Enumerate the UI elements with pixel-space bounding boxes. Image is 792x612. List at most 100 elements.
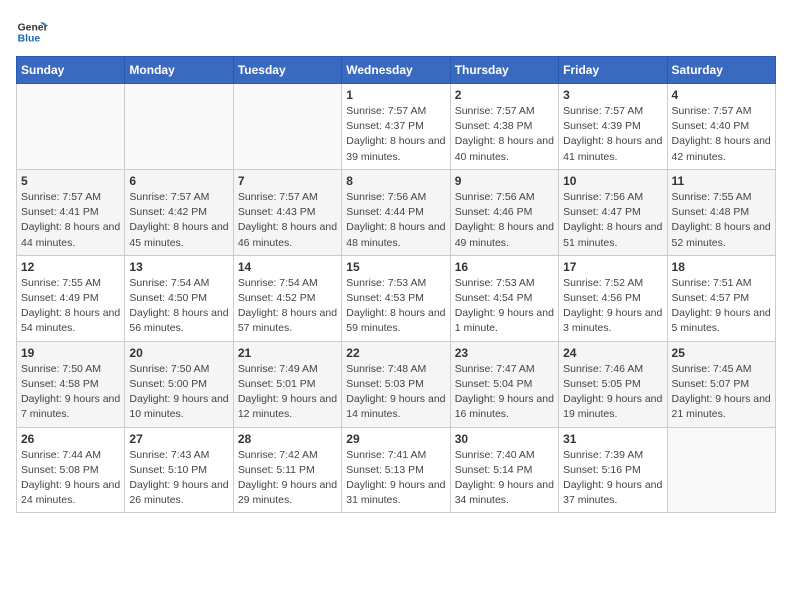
day-number: 28 <box>238 432 337 446</box>
calendar-cell <box>667 427 775 513</box>
day-info: Sunrise: 7:40 AM Sunset: 5:14 PM Dayligh… <box>455 448 554 509</box>
day-number: 7 <box>238 174 337 188</box>
calendar-cell: 27 Sunrise: 7:43 AM Sunset: 5:10 PM Dayli… <box>125 427 233 513</box>
day-info: Sunrise: 7:53 AM Sunset: 4:53 PM Dayligh… <box>346 276 445 337</box>
calendar-cell <box>125 84 233 170</box>
weekday-header-saturday: Saturday <box>667 57 775 84</box>
weekday-header-wednesday: Wednesday <box>342 57 450 84</box>
day-info: Sunrise: 7:44 AM Sunset: 5:08 PM Dayligh… <box>21 448 120 509</box>
calendar-cell: 29 Sunrise: 7:41 AM Sunset: 5:13 PM Dayli… <box>342 427 450 513</box>
day-number: 15 <box>346 260 445 274</box>
day-info: Sunrise: 7:56 AM Sunset: 4:46 PM Dayligh… <box>455 190 554 251</box>
day-info: Sunrise: 7:42 AM Sunset: 5:11 PM Dayligh… <box>238 448 337 509</box>
calendar-cell: 2 Sunrise: 7:57 AM Sunset: 4:38 PM Daylig… <box>450 84 558 170</box>
svg-text:Blue: Blue <box>18 34 41 45</box>
day-number: 24 <box>563 346 662 360</box>
day-number: 12 <box>21 260 120 274</box>
day-number: 21 <box>238 346 337 360</box>
day-info: Sunrise: 7:57 AM Sunset: 4:37 PM Dayligh… <box>346 104 445 165</box>
day-info: Sunrise: 7:57 AM Sunset: 4:38 PM Dayligh… <box>455 104 554 165</box>
day-info: Sunrise: 7:57 AM Sunset: 4:41 PM Dayligh… <box>21 190 120 251</box>
day-number: 11 <box>672 174 771 188</box>
day-info: Sunrise: 7:41 AM Sunset: 5:13 PM Dayligh… <box>346 448 445 509</box>
calendar-cell: 6 Sunrise: 7:57 AM Sunset: 4:42 PM Daylig… <box>125 169 233 255</box>
calendar-cell: 5 Sunrise: 7:57 AM Sunset: 4:41 PM Daylig… <box>17 169 125 255</box>
day-number: 8 <box>346 174 445 188</box>
calendar-cell: 23 Sunrise: 7:47 AM Sunset: 5:04 PM Dayli… <box>450 341 558 427</box>
calendar-cell: 8 Sunrise: 7:56 AM Sunset: 4:44 PM Daylig… <box>342 169 450 255</box>
day-info: Sunrise: 7:46 AM Sunset: 5:05 PM Dayligh… <box>563 362 662 423</box>
day-info: Sunrise: 7:56 AM Sunset: 4:47 PM Dayligh… <box>563 190 662 251</box>
weekday-header-thursday: Thursday <box>450 57 558 84</box>
day-info: Sunrise: 7:56 AM Sunset: 4:44 PM Dayligh… <box>346 190 445 251</box>
day-number: 1 <box>346 88 445 102</box>
calendar-cell: 24 Sunrise: 7:46 AM Sunset: 5:05 PM Dayli… <box>559 341 667 427</box>
calendar-cell: 21 Sunrise: 7:49 AM Sunset: 5:01 PM Dayli… <box>233 341 341 427</box>
day-number: 16 <box>455 260 554 274</box>
weekday-header-tuesday: Tuesday <box>233 57 341 84</box>
calendar-cell: 20 Sunrise: 7:50 AM Sunset: 5:00 PM Dayli… <box>125 341 233 427</box>
calendar-week-4: 26 Sunrise: 7:44 AM Sunset: 5:08 PM Dayli… <box>17 427 776 513</box>
day-info: Sunrise: 7:57 AM Sunset: 4:43 PM Dayligh… <box>238 190 337 251</box>
day-info: Sunrise: 7:39 AM Sunset: 5:16 PM Dayligh… <box>563 448 662 509</box>
calendar-header: SundayMondayTuesdayWednesdayThursdayFrid… <box>17 57 776 84</box>
calendar-cell: 11Sunrise: 7:55 AM Sunset: 4:48 PM Dayli… <box>667 169 775 255</box>
calendar-cell: 26 Sunrise: 7:44 AM Sunset: 5:08 PM Dayli… <box>17 427 125 513</box>
calendar-cell: 28 Sunrise: 7:42 AM Sunset: 5:11 PM Dayli… <box>233 427 341 513</box>
day-number: 20 <box>129 346 228 360</box>
calendar-cell: 4 Sunrise: 7:57 AM Sunset: 4:40 PM Daylig… <box>667 84 775 170</box>
day-number: 26 <box>21 432 120 446</box>
day-info: Sunrise: 7:50 AM Sunset: 5:00 PM Dayligh… <box>129 362 228 423</box>
day-number: 25 <box>672 346 771 360</box>
day-number: 4 <box>672 88 771 102</box>
day-number: 27 <box>129 432 228 446</box>
calendar-cell <box>233 84 341 170</box>
day-info: Sunrise: 7:54 AM Sunset: 4:50 PM Dayligh… <box>129 276 228 337</box>
day-number: 6 <box>129 174 228 188</box>
day-number: 31 <box>563 432 662 446</box>
day-info: Sunrise: 7:57 AM Sunset: 4:40 PM Dayligh… <box>672 104 771 165</box>
day-info: Sunrise: 7:57 AM Sunset: 4:39 PM Dayligh… <box>563 104 662 165</box>
day-info: Sunrise: 7:52 AM Sunset: 4:56 PM Dayligh… <box>563 276 662 337</box>
day-info: Sunrise: 7:54 AM Sunset: 4:52 PM Dayligh… <box>238 276 337 337</box>
day-number: 29 <box>346 432 445 446</box>
day-info: Sunrise: 7:49 AM Sunset: 5:01 PM Dayligh… <box>238 362 337 423</box>
day-number: 23 <box>455 346 554 360</box>
weekday-header-friday: Friday <box>559 57 667 84</box>
calendar-cell: 18 Sunrise: 7:51 AM Sunset: 4:57 PM Dayli… <box>667 255 775 341</box>
calendar-cell: 19 Sunrise: 7:50 AM Sunset: 4:58 PM Dayli… <box>17 341 125 427</box>
day-number: 3 <box>563 88 662 102</box>
day-info: Sunrise: 7:48 AM Sunset: 5:03 PM Dayligh… <box>346 362 445 423</box>
calendar-cell: 22 Sunrise: 7:48 AM Sunset: 5:03 PM Dayli… <box>342 341 450 427</box>
calendar-week-3: 19 Sunrise: 7:50 AM Sunset: 4:58 PM Dayli… <box>17 341 776 427</box>
weekday-header-monday: Monday <box>125 57 233 84</box>
calendar-cell: 25Sunrise: 7:45 AM Sunset: 5:07 PM Dayli… <box>667 341 775 427</box>
day-number: 18 <box>672 260 771 274</box>
day-info: Sunrise: 7:51 AM Sunset: 4:57 PM Dayligh… <box>672 276 771 337</box>
calendar-cell: 1 Sunrise: 7:57 AM Sunset: 4:37 PM Daylig… <box>342 84 450 170</box>
calendar-cell: 13 Sunrise: 7:54 AM Sunset: 4:50 PM Dayli… <box>125 255 233 341</box>
day-info: Sunrise: 7:43 AM Sunset: 5:10 PM Dayligh… <box>129 448 228 509</box>
day-info: Sunrise: 7:50 AM Sunset: 4:58 PM Dayligh… <box>21 362 120 423</box>
day-number: 9 <box>455 174 554 188</box>
day-number: 2 <box>455 88 554 102</box>
calendar-cell: 16 Sunrise: 7:53 AM Sunset: 4:54 PM Dayli… <box>450 255 558 341</box>
calendar-cell: 7 Sunrise: 7:57 AM Sunset: 4:43 PM Daylig… <box>233 169 341 255</box>
calendar-table: SundayMondayTuesdayWednesdayThursdayFrid… <box>16 56 776 513</box>
day-info: Sunrise: 7:47 AM Sunset: 5:04 PM Dayligh… <box>455 362 554 423</box>
day-number: 19 <box>21 346 120 360</box>
day-number: 14 <box>238 260 337 274</box>
logo-icon: General Blue <box>16 16 48 48</box>
day-info: Sunrise: 7:57 AM Sunset: 4:42 PM Dayligh… <box>129 190 228 251</box>
day-number: 5 <box>21 174 120 188</box>
day-number: 13 <box>129 260 228 274</box>
calendar-cell: 10Sunrise: 7:56 AM Sunset: 4:47 PM Dayli… <box>559 169 667 255</box>
day-number: 30 <box>455 432 554 446</box>
day-info: Sunrise: 7:53 AM Sunset: 4:54 PM Dayligh… <box>455 276 554 337</box>
logo: General Blue <box>16 16 52 48</box>
calendar-cell: 15 Sunrise: 7:53 AM Sunset: 4:53 PM Dayli… <box>342 255 450 341</box>
calendar-week-2: 12Sunrise: 7:55 AM Sunset: 4:49 PM Dayli… <box>17 255 776 341</box>
calendar-body: 1 Sunrise: 7:57 AM Sunset: 4:37 PM Daylig… <box>17 84 776 513</box>
day-number: 22 <box>346 346 445 360</box>
calendar-cell: 9 Sunrise: 7:56 AM Sunset: 4:46 PM Daylig… <box>450 169 558 255</box>
